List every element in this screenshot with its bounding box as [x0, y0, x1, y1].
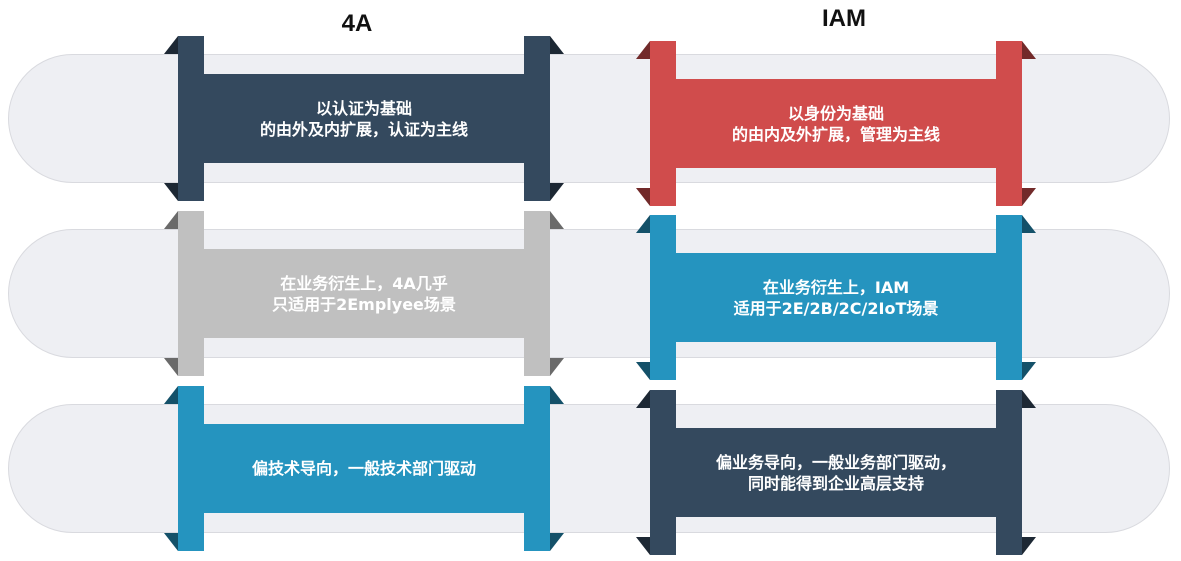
card-line: 在业务衍生上，IAM [762, 277, 910, 297]
card-fold-tab [164, 358, 178, 376]
card-fold-tab [636, 215, 650, 233]
card-fold-tab [164, 183, 178, 201]
card-fold-tab [550, 533, 564, 551]
card-line: 偏业务导向，一般业务部门驱动， [715, 452, 956, 472]
card-line: 只适用于2Emplyee场景 [272, 294, 456, 314]
card-fold-tab [164, 36, 178, 54]
card-fold-tab [164, 211, 178, 229]
card-fold-tab [1022, 537, 1036, 555]
column-title-iam: IAM [822, 5, 866, 32]
card-4a-row-1: 以认证为基础 的由外及内扩展，认证为主线 [164, 36, 564, 201]
card-fold-tab [1022, 362, 1036, 380]
card-line: 在业务衍生上，4A几乎 [280, 273, 448, 293]
card-fold-tab [1022, 215, 1036, 233]
card-fold-tab [1022, 41, 1036, 59]
card-fold-tab [550, 36, 564, 54]
card-fold-tab [550, 183, 564, 201]
card-4a-row-3: 偏技术导向，一般技术部门驱动 [164, 386, 564, 551]
card-fold-tab [1022, 188, 1036, 206]
card-line: 适用于2E/2B/2C/2IoT场景 [733, 298, 939, 318]
card-fold-tab [636, 390, 650, 408]
card-fold-tab [636, 362, 650, 380]
card-fold-tab [164, 386, 178, 404]
card-iam-row-2: 在业务衍生上，IAM 适用于2E/2B/2C/2IoT场景 [636, 215, 1036, 380]
card-fold-tab [636, 41, 650, 59]
column-title-4a: 4A [341, 10, 373, 37]
card-line: 同时能得到企业高层支持 [747, 473, 924, 493]
card-fold-tab [550, 358, 564, 376]
card-4a-row-2: 在业务衍生上，4A几乎 只适用于2Emplyee场景 [164, 211, 564, 376]
card-fold-tab [164, 533, 178, 551]
card-line: 的由内及外扩展，管理为主线 [731, 124, 940, 144]
card-fold-tab [550, 386, 564, 404]
card-fold-tab [636, 188, 650, 206]
card-fold-tab [1022, 390, 1036, 408]
card-line: 偏技术导向，一般技术部门驱动 [251, 459, 476, 478]
card-line: 以认证为基础 [315, 98, 412, 118]
card-fold-tab [550, 211, 564, 229]
card-fold-tab [636, 537, 650, 555]
card-line: 以身份为基础 [787, 103, 884, 123]
card-iam-row-3: 偏业务导向，一般业务部门驱动， 同时能得到企业高层支持 [636, 390, 1036, 555]
card-line: 的由外及内扩展，认证为主线 [259, 119, 468, 139]
card-iam-row-1: 以身份为基础 的由内及外扩展，管理为主线 [636, 41, 1036, 206]
